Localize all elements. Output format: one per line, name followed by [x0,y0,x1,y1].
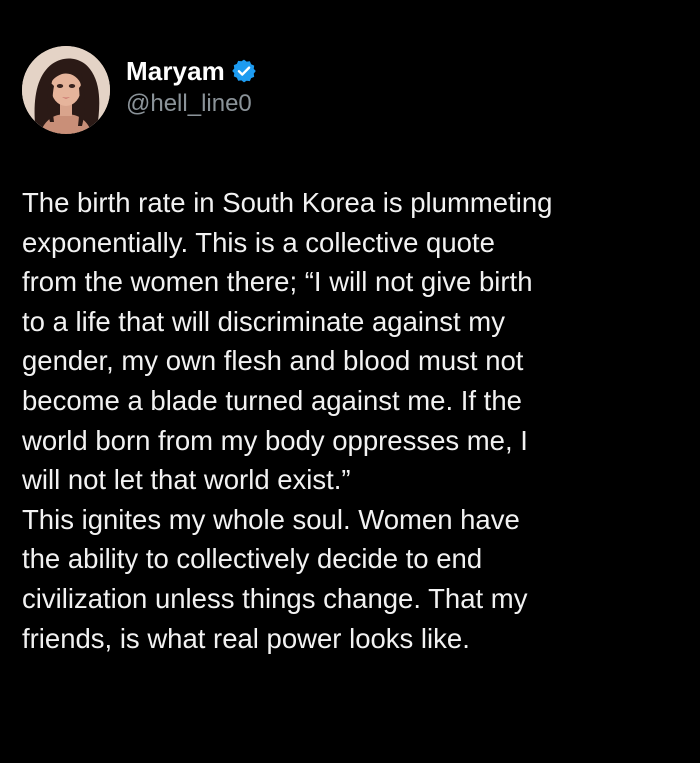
tweet-text-line: civilization unless things change. That … [22,582,528,614]
verified-badge-icon [231,58,257,84]
tweet-text-line: This ignites my whole soul. Women have [22,503,520,535]
tweet-text-line: to a life that will discriminate against… [22,305,505,337]
tweet-text: The birth rate in South Korea is plummet… [22,183,690,658]
tweet-text-line: gender, my own flesh and blood must not [22,345,524,377]
tweet-text-line: will not let that world exist.” [22,464,351,496]
user-handle[interactable]: @hell_line0 [126,90,257,118]
user-names: Maryam @hell_line0 [126,54,257,118]
name-row: Maryam [126,54,257,88]
tweet-text-line: world born from my body oppresses me, I [22,424,528,456]
tweet-header: Maryam @hell_line0 [22,42,257,138]
tweet-text-line: become a blade turned against me. If the [22,384,522,416]
display-name[interactable]: Maryam [126,56,225,87]
tweet-text-line: from the women there; “I will not give b… [22,266,533,298]
tweet-text-line: friends, is what real power looks like. [22,622,470,654]
tweet-text-line: The birth rate in South Korea is plummet… [22,187,553,218]
avatar[interactable] [22,46,110,134]
tweet-card: Maryam @hell_line0 The birth rate in Sou… [0,0,700,763]
tweet-text-line: the ability to collectively decide to en… [22,543,483,575]
tweet-text-line: exponentially. This is a collective quot… [22,226,495,258]
avatar-illustration-icon [22,46,110,134]
